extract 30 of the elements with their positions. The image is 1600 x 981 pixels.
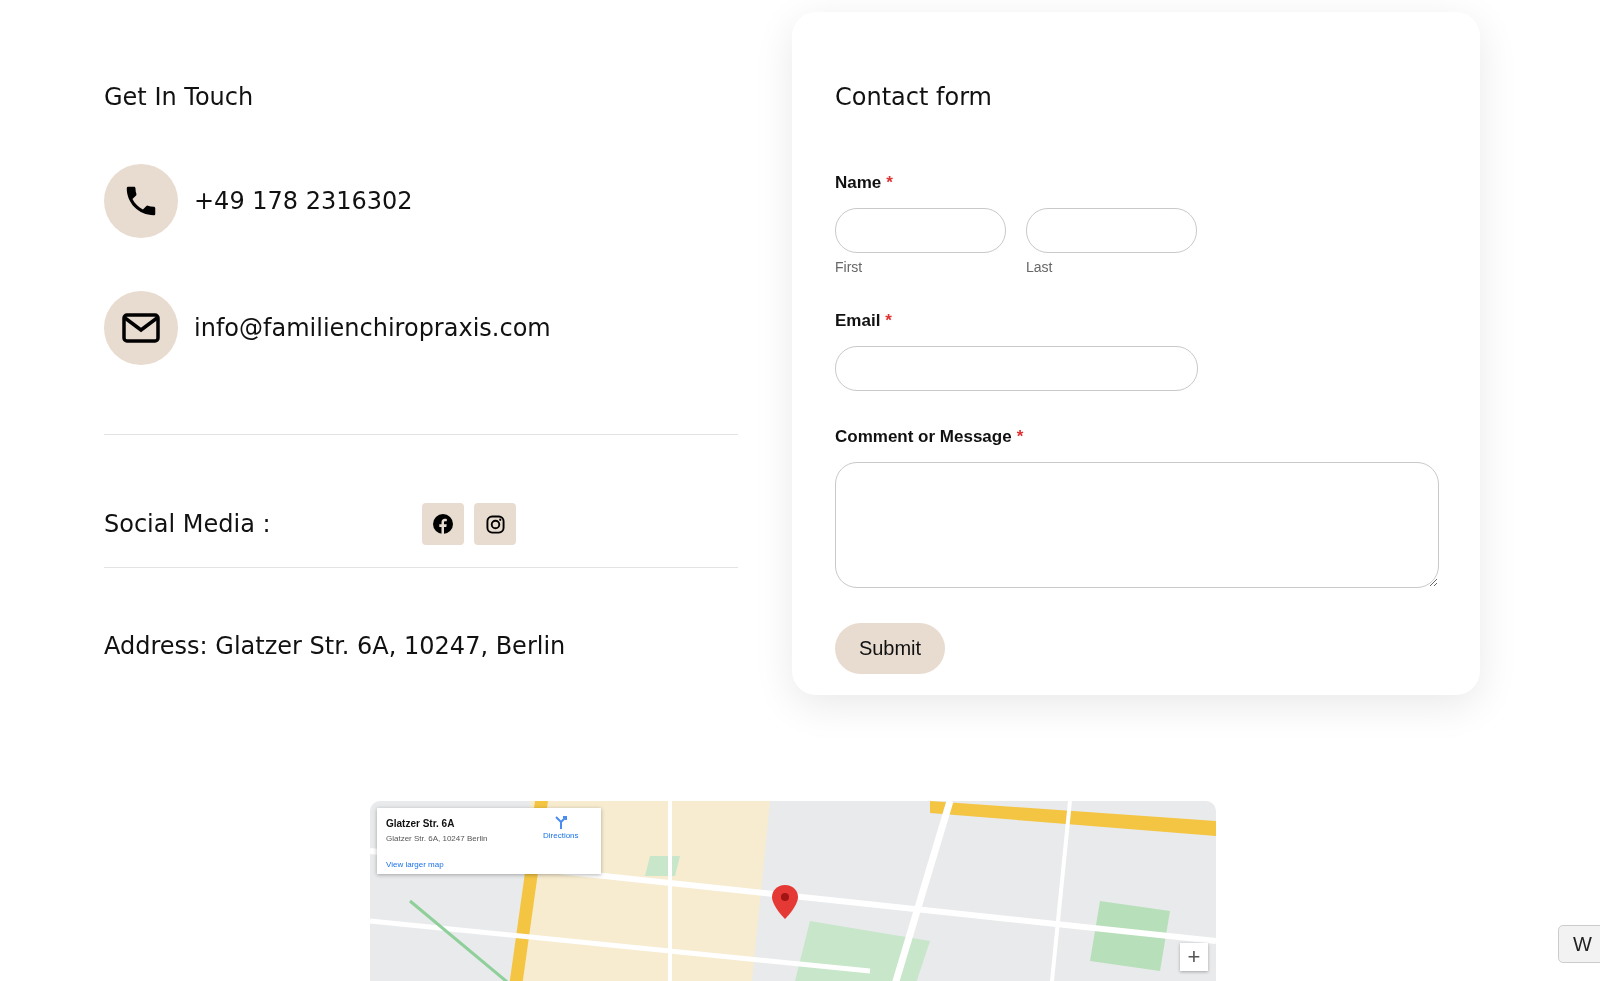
address-text: Address: Glatzer Str. 6A, 10247, Berlin: [104, 632, 567, 660]
social-media-label: Social Media :: [104, 510, 272, 538]
field-label: Email: [835, 311, 881, 331]
larger-map-link[interactable]: View larger map: [386, 860, 444, 869]
submit-button[interactable]: Submit: [835, 623, 945, 674]
side-button[interactable]: W: [1558, 925, 1600, 963]
field-sublabel: Last: [1026, 259, 1054, 275]
field-label: Comment or Message: [835, 427, 1012, 447]
section-heading: Get In Touch: [104, 83, 255, 111]
email-address: info@familienchiropraxis.com: [194, 314, 551, 342]
required-mark: *: [885, 311, 892, 331]
name-field[interactable]: [1026, 208, 1197, 253]
directions-icon: [553, 815, 568, 829]
email-field[interactable]: [835, 346, 1198, 391]
form-title: Contact form: [835, 83, 993, 111]
facebook-icon: [433, 514, 453, 534]
directions-button[interactable]: Directions: [543, 815, 579, 840]
place-title: Glatzer Str. 6A: [386, 818, 455, 829]
message-field[interactable]: [835, 462, 1439, 588]
required-mark: *: [886, 173, 893, 193]
name-field[interactable]: [835, 208, 1006, 253]
field-sublabel: First: [835, 259, 864, 275]
instagram-icon: [485, 514, 505, 534]
place-address: Glatzer Str. 6A, 10247 Berlin: [386, 834, 488, 843]
required-mark: *: [1016, 427, 1024, 447]
phone-number: +49 178 2316302: [194, 187, 413, 215]
zoom-in-button[interactable]: +: [1180, 943, 1208, 971]
social-link[interactable]: [474, 503, 516, 545]
social-link[interactable]: [422, 503, 464, 545]
field-label: Name: [835, 173, 882, 193]
